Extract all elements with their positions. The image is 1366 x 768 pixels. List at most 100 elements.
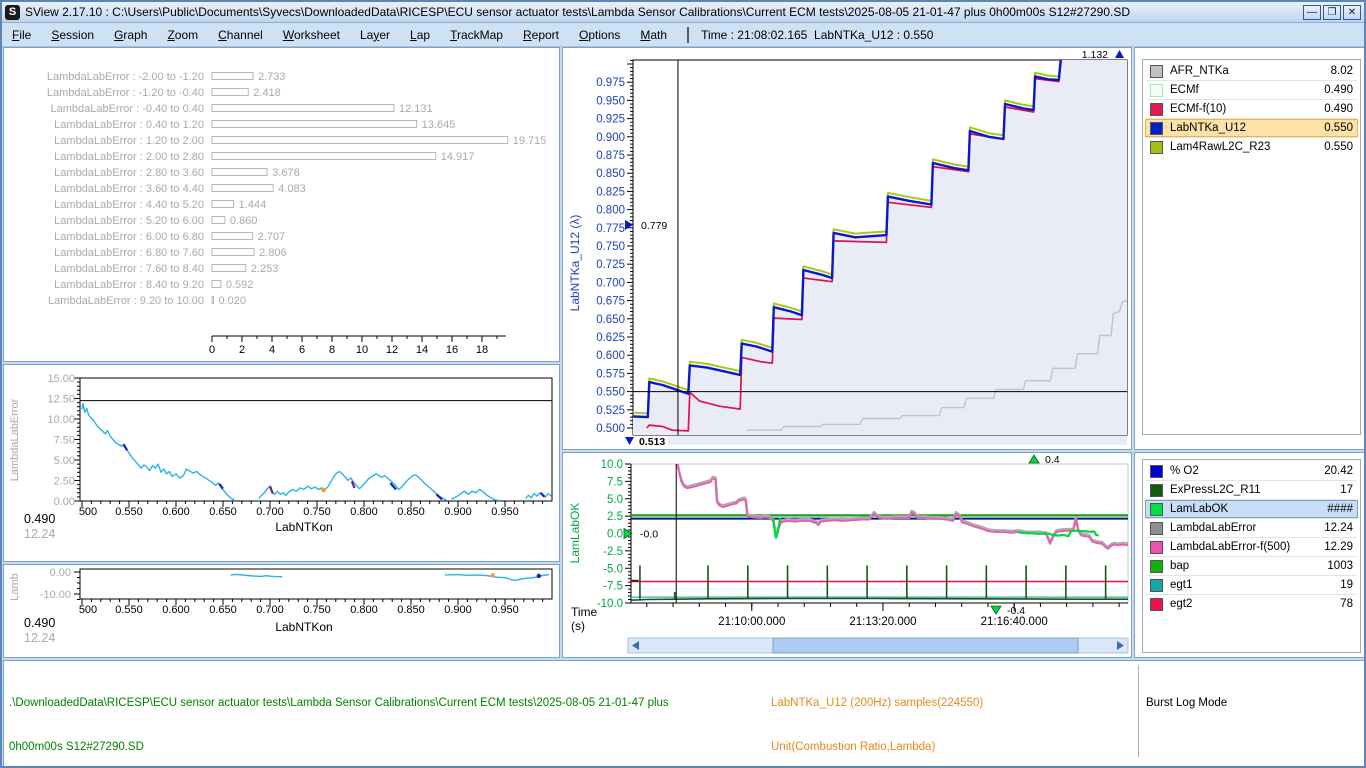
- time-scrollbar-thumb[interactable]: [773, 638, 1078, 653]
- channel-row-afr-ntka[interactable]: AFR_NTKa8.02: [1145, 62, 1358, 80]
- menu-graph[interactable]: Graph: [106, 26, 155, 44]
- channel-row--o2[interactable]: % O220.42: [1145, 462, 1358, 480]
- axis-label: 0.0: [607, 529, 623, 541]
- axis-label: 0.00: [54, 496, 75, 508]
- lambda-error-histogram-panel[interactable]: LambdaLabError : -2.00 to -1.202.733Lamb…: [3, 47, 560, 362]
- close-button[interactable]: ✕: [1343, 5, 1361, 20]
- orange-marker: [491, 573, 495, 577]
- menu-channel[interactable]: Channel: [210, 26, 271, 44]
- axis-label: LambdaLabError : 2.80 to 3.60: [54, 167, 204, 179]
- axis-label: 2.733: [258, 71, 286, 83]
- menu-session[interactable]: Session: [43, 26, 102, 44]
- axis-label: 0.525: [596, 405, 625, 417]
- channel-value: 0.490: [1324, 103, 1357, 115]
- axis-label: 1.444: [239, 199, 267, 211]
- channel-row-expressl2c-r11[interactable]: ExPressL2C_R1117: [1145, 481, 1358, 499]
- channel-row-egt2[interactable]: egt278: [1145, 595, 1358, 613]
- axis-label: 0.900: [444, 604, 472, 616]
- lamb-strip-panel[interactable]: 0.00-10.005000.5500.6000.6500.7000.7500.…: [3, 564, 560, 658]
- hist-bar: [212, 217, 225, 224]
- axis-label: 0.850: [397, 604, 425, 616]
- axis-label: 19.715: [513, 135, 547, 147]
- menu-separator: [687, 27, 689, 43]
- navy-marker: [537, 574, 541, 578]
- axis-label: -2.5: [603, 546, 623, 558]
- channel-name: ECMf-f(10): [1170, 103, 1324, 115]
- channel-name: % O2: [1170, 465, 1324, 477]
- menu-worksheet[interactable]: Worksheet: [275, 26, 348, 44]
- axis-label: 0.750: [303, 506, 331, 518]
- error-vs-lambda-scatter-panel[interactable]: 2.505.007.5010.0012.5015.000.005000.5500…: [3, 364, 560, 562]
- axis-label: 21:16:40.000: [981, 616, 1048, 628]
- axis-label: 0.900: [444, 506, 472, 518]
- channel-value: 0.490: [1324, 84, 1357, 96]
- axis-label: LambdaLabError : 6.00 to 6.80: [54, 231, 204, 243]
- axis-label: 0.800: [350, 604, 378, 616]
- channel-color-swatch: [1150, 484, 1163, 497]
- lamlabok-time-chart-panel[interactable]: 10.07.55.02.50.0-2.5-5.0-7.5-10.0LamLabO…: [562, 452, 1132, 658]
- menu-layer[interactable]: Layer: [352, 26, 398, 44]
- lambda-steps-main-chart[interactable]: 0.5000.5250.5500.5750.6000.6250.6500.675…: [563, 48, 1131, 449]
- axis-label: 14.917: [441, 151, 475, 163]
- channel-row-lamlabok[interactable]: LamLabOK####: [1145, 500, 1358, 518]
- channel-row-lambdalaberror[interactable]: LambdaLabError12.24: [1145, 519, 1358, 537]
- axis-label: 0.725: [596, 259, 625, 271]
- hist-bar: [212, 153, 436, 160]
- axis-label: 0.700: [256, 506, 284, 518]
- lamb-strip-chart[interactable]: 0.00-10.005000.5500.6000.6500.7000.7500.…: [4, 565, 559, 657]
- channel-color-swatch: [1150, 541, 1163, 554]
- channel-name: egt2: [1170, 598, 1340, 610]
- axis-label: Time: [571, 605, 598, 619]
- channel-row-bap[interactable]: bap1003: [1145, 557, 1358, 575]
- axis-label: 0.950: [491, 604, 519, 616]
- channel-name: LambdaLabError-f(500): [1170, 541, 1324, 553]
- axis-label: 0.975: [596, 77, 625, 89]
- axis-label: LambdaLabError : 6.80 to 7.60: [54, 247, 204, 259]
- restore-button[interactable]: ❐: [1323, 5, 1341, 20]
- lambda-steps-main-chart-panel[interactable]: 0.5000.5250.5500.5750.6000.6250.6500.675…: [562, 47, 1132, 450]
- channel-row-lam4rawl2c-r23[interactable]: Lam4RawL2C_R230.550: [1145, 138, 1358, 156]
- channel-value: 0.550: [1324, 122, 1357, 134]
- menu-report[interactable]: Report: [515, 26, 567, 44]
- channel-name: LabNTKa_U12: [1170, 122, 1324, 134]
- area-fill-strip: [668, 436, 1127, 445]
- axis-label: 0.500: [596, 423, 625, 435]
- axis-label: 2: [239, 344, 245, 356]
- menu-file[interactable]: File: [4, 26, 39, 44]
- axis-label: 2.5: [607, 511, 623, 523]
- axis-label: 0.575: [596, 368, 625, 380]
- lambda-error-histogram[interactable]: LambdaLabError : -2.00 to -1.202.733Lamb…: [4, 48, 559, 361]
- axis-label: 10.0: [601, 459, 623, 471]
- axis-label: 0.700: [256, 604, 284, 616]
- channel-name: LambdaLabError: [1170, 522, 1324, 534]
- axis-label: 0.750: [303, 604, 331, 616]
- hist-bar: [212, 265, 246, 272]
- axis-label: LambdaLabError : 4.40 to 5.20: [54, 199, 204, 211]
- menu-options[interactable]: Options: [571, 26, 628, 44]
- error-vs-lambda-scatter[interactable]: 2.505.007.5010.0012.5015.000.005000.5500…: [4, 365, 559, 561]
- channel-row-lambdalaberror-f-500-[interactable]: LambdaLabError-f(500)12.29: [1145, 538, 1358, 556]
- log-mode-text: Burst Log Mode BASE, ENHANCED: [1146, 667, 1361, 768]
- axis-label: LabNTKon: [275, 620, 332, 634]
- hist-bar: [212, 249, 254, 256]
- menu-math[interactable]: Math: [632, 26, 675, 44]
- menu-trackmap[interactable]: TrackMap: [442, 26, 511, 44]
- axis-label: LabNTKa_U12 (λ): [568, 215, 582, 312]
- axis-label: LambdaLabError : 3.60 to 4.40: [54, 183, 204, 195]
- channel-row-ecmf-f-10-[interactable]: ECMf-f(10)0.490: [1145, 100, 1358, 118]
- hist-bar: [212, 137, 508, 144]
- axis-label: 0.950: [596, 95, 625, 107]
- axis-label: 0.900: [596, 132, 625, 144]
- axis-label: 0.490: [24, 512, 55, 526]
- channel-value: 12.24: [1324, 522, 1357, 534]
- channel-row-egt1[interactable]: egt119: [1145, 576, 1358, 594]
- channel-row-ecmf[interactable]: ECMf0.490: [1145, 81, 1358, 99]
- axis-label: LamLabOK: [568, 503, 582, 564]
- axis-label: 0.625: [596, 332, 625, 344]
- menu-zoom[interactable]: Zoom: [159, 26, 206, 44]
- channel-row-labntka-u12[interactable]: LabNTKa_U120.550: [1145, 119, 1358, 137]
- axis-label: 0.800: [350, 506, 378, 518]
- lamlabok-time-chart[interactable]: 10.07.55.02.50.0-2.5-5.0-7.5-10.0LamLabO…: [563, 453, 1131, 657]
- minimize-button[interactable]: —: [1303, 5, 1321, 20]
- menu-lap[interactable]: Lap: [402, 26, 438, 44]
